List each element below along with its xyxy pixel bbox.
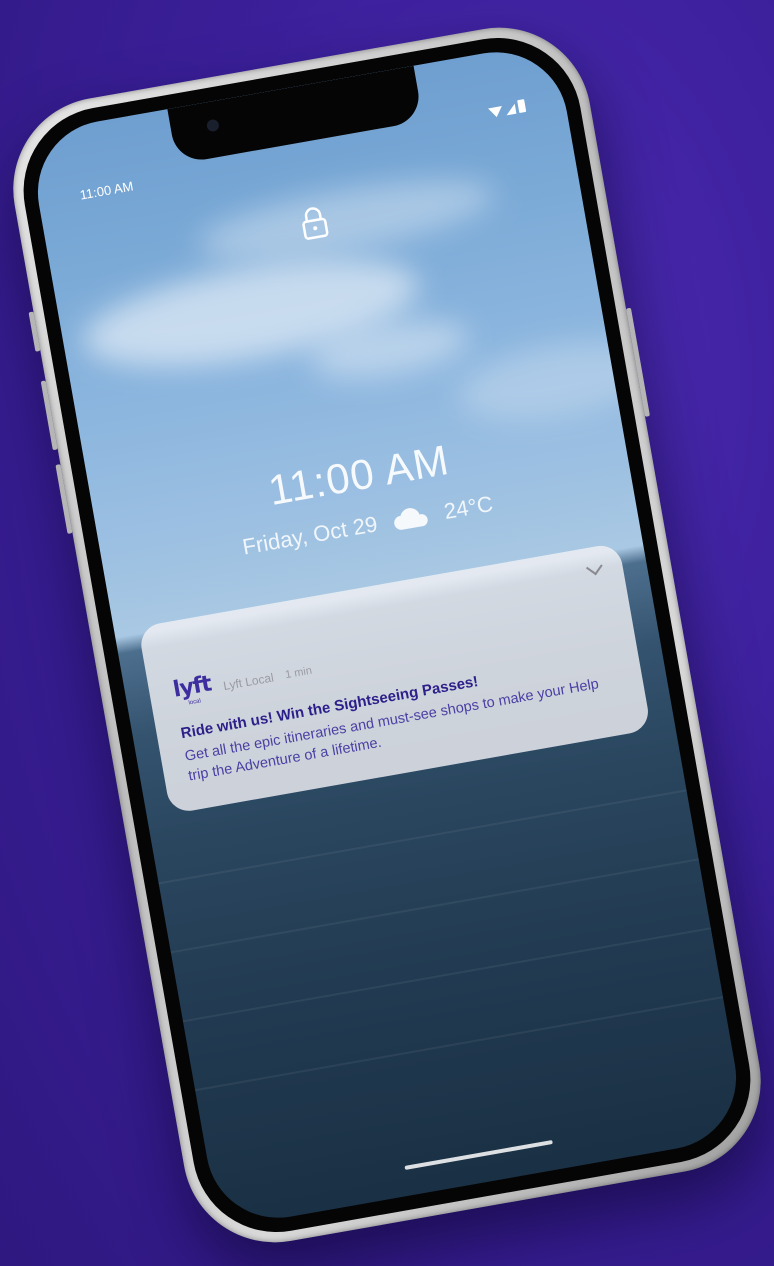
status-bar-time: 11:00 AM [78, 178, 135, 203]
wifi-icon [488, 106, 504, 119]
notification-header: lyft local Lyft Local 1 min [171, 656, 315, 709]
temperature: 24°C [441, 490, 495, 525]
volume-up-button [40, 380, 58, 451]
front-camera [205, 118, 220, 133]
chevron-down-icon[interactable] [585, 558, 603, 576]
phone-frame: 11:00 AM 11:00 AM Friday, Oct 29 24°C ly… [0, 13, 774, 1257]
notification-time: 1 min [284, 664, 313, 681]
silent-switch [28, 311, 41, 352]
notch [167, 65, 424, 165]
status-icons [488, 99, 527, 119]
stage: 11:00 AM 11:00 AM Friday, Oct 29 24°C ly… [0, 0, 774, 1266]
lock-screen-date: Friday, Oct 29 [240, 511, 380, 560]
notification-app-name: Lyft Local [222, 669, 275, 693]
lock-icon [302, 207, 329, 240]
signal-icon [504, 103, 517, 116]
volume-down-button [55, 464, 73, 534]
cloud-icon [393, 508, 428, 530]
lyft-logo-text: lyft [171, 671, 213, 703]
home-indicator[interactable] [404, 1139, 553, 1170]
notification-card[interactable]: lyft local Lyft Local 1 min Ride with us… [137, 542, 652, 815]
battery-icon [517, 99, 527, 114]
lyft-logo-subtext: local [188, 698, 202, 707]
lyft-logo: lyft local [171, 671, 214, 709]
phone-bezel: 11:00 AM 11:00 AM Friday, Oct 29 24°C ly… [10, 24, 764, 1246]
lock-screen: 11:00 AM 11:00 AM Friday, Oct 29 24°C ly… [26, 40, 748, 1230]
